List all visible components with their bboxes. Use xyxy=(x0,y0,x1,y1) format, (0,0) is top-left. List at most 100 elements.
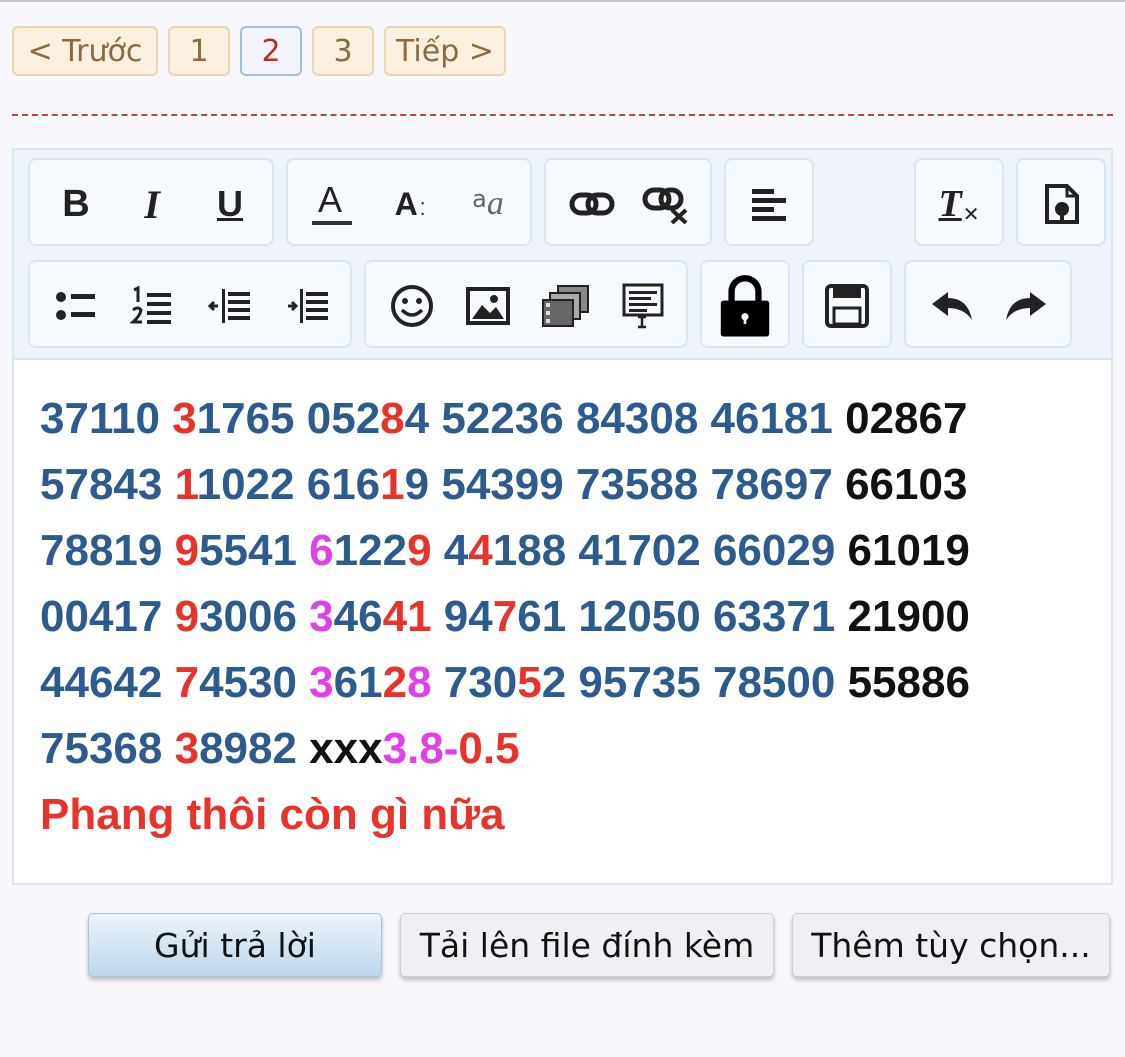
content-segment: 46 xyxy=(333,592,383,641)
content-segment: 54399 73588 78697 xyxy=(441,460,846,509)
content-segment: 4 xyxy=(404,394,442,443)
content-line: 57843 11022 61619 54399 73588 78697 6610… xyxy=(40,452,1100,518)
font-size-button[interactable]: A ⁚ xyxy=(384,178,436,230)
content-segment: 9 xyxy=(174,526,200,575)
code-button[interactable] xyxy=(618,280,670,332)
link-icon xyxy=(569,192,615,216)
media-button[interactable] xyxy=(540,280,592,332)
smilie-plus-icon xyxy=(1045,184,1079,224)
save-button[interactable] xyxy=(821,280,873,332)
align-icon xyxy=(752,189,786,221)
more-options-button[interactable]: Thêm tùy chọn... xyxy=(792,913,1110,977)
content-segment: 7 xyxy=(174,658,200,707)
lock-button[interactable] xyxy=(719,272,771,340)
content-line: 78819 95541 61229 44188 41702 66029 6101… xyxy=(40,518,1100,584)
redo-button[interactable] xyxy=(1000,280,1052,332)
media-icon xyxy=(542,285,589,327)
save-group xyxy=(802,260,892,348)
reply-editor[interactable]: B I U A A ⁚ a a T ✕ 37110 31765 05284 52… xyxy=(12,148,1113,885)
font-family-icon: a a xyxy=(472,185,504,223)
list-group xyxy=(28,260,352,348)
outdent-icon xyxy=(208,289,250,323)
remove-format-glyph: T xyxy=(938,183,962,225)
content-segment: 94 xyxy=(431,592,493,641)
content-segment: 00417 xyxy=(40,592,175,641)
underline-icon: U xyxy=(217,183,243,224)
content-line: 44642 74530 36128 73052 95735 78500 5588… xyxy=(40,650,1100,716)
link-button[interactable] xyxy=(566,178,618,230)
content-line: 00417 93006 34641 94761 12050 63371 2190… xyxy=(40,584,1100,650)
image-button[interactable] xyxy=(462,280,514,332)
font-family-glyph-large: a xyxy=(486,185,504,222)
content-segment: 730 xyxy=(431,658,518,707)
lock-icon xyxy=(720,275,770,337)
bold-button[interactable]: B xyxy=(50,178,102,230)
unlink-icon xyxy=(642,187,688,224)
content-segment: 9 xyxy=(407,526,432,575)
content-segment: 3 xyxy=(174,724,200,773)
text-color-bar xyxy=(312,221,352,225)
font-size-dots: ⁚ xyxy=(419,198,426,220)
italic-icon: I xyxy=(144,181,160,227)
top-border xyxy=(0,0,1125,2)
smiley-icon xyxy=(391,285,433,327)
remove-format-x: ✕ xyxy=(962,202,980,226)
unlink-button[interactable] xyxy=(640,178,692,230)
underline-button[interactable]: U xyxy=(204,178,256,230)
prev-page-button[interactable]: < Trước xyxy=(12,26,158,76)
undo-button[interactable] xyxy=(926,280,978,332)
text-color-button[interactable]: A xyxy=(306,178,358,230)
content-segment: 1765 xyxy=(196,394,307,443)
text-color-glyph: A xyxy=(318,179,343,220)
bold-icon: B xyxy=(62,182,90,225)
content-segment: 61 12050 63371 xyxy=(517,592,848,641)
content-segment: xxx xyxy=(309,724,383,773)
outdent-button[interactable] xyxy=(204,280,256,332)
content-segment: 55886 xyxy=(847,658,970,707)
remove-format-icon: T ✕ xyxy=(939,182,980,226)
text-style-group: B I U xyxy=(28,158,274,246)
page-2-button[interactable]: 2 xyxy=(240,26,302,76)
numbered-list-icon xyxy=(130,286,171,324)
content-segment: 5 xyxy=(517,658,542,707)
bullet-list-button[interactable] xyxy=(50,280,102,332)
font-size-icon: A ⁚ xyxy=(395,186,426,223)
editor-toolbar: B I U A A ⁚ a a T ✕ xyxy=(14,150,1111,360)
post-reply-button[interactable]: Gửi trả lời xyxy=(88,913,382,977)
content-segment: 21900 xyxy=(847,592,970,641)
align-button[interactable] xyxy=(743,178,795,230)
content-segment: 052 xyxy=(306,394,381,443)
content-segment: 3.8- xyxy=(382,724,459,773)
content-segment: 3 xyxy=(172,394,197,443)
redo-icon xyxy=(1006,292,1046,320)
undo-icon xyxy=(932,292,972,320)
content-segment: 52236 84308 46181 xyxy=(441,394,846,443)
text-color-icon: A xyxy=(310,179,354,229)
remove-format-group: T ✕ xyxy=(914,158,1004,246)
next-page-button[interactable]: Tiếp > xyxy=(384,26,506,76)
page-3-button[interactable]: 3 xyxy=(312,26,374,76)
numbered-list-button[interactable] xyxy=(126,280,178,332)
upload-attachment-button[interactable]: Tải lên file đính kèm xyxy=(400,913,774,977)
content-segment: 02867 xyxy=(845,394,968,443)
content-segment: 78819 xyxy=(40,526,175,575)
remove-format-button[interactable]: T ✕ xyxy=(933,178,985,230)
content-segment: 2 95735 78500 xyxy=(541,658,848,707)
indent-button[interactable] xyxy=(282,280,334,332)
italic-button[interactable]: I xyxy=(126,178,178,230)
link-group xyxy=(544,158,712,246)
font-family-button[interactable]: a a xyxy=(462,178,514,230)
content-segment: 188 41702 66029 xyxy=(492,526,848,575)
smilie-plus-button[interactable] xyxy=(1035,178,1087,230)
message-content[interactable]: 37110 31765 05284 52236 84308 46181 0286… xyxy=(40,386,1100,848)
bullet-list-icon xyxy=(56,292,95,320)
smiley-button[interactable] xyxy=(386,280,438,332)
content-segment: 75368 xyxy=(40,724,175,773)
content-segment: 0.5 xyxy=(458,724,520,773)
code-icon xyxy=(622,283,664,329)
content-segment: 3 xyxy=(309,592,334,641)
insert-group xyxy=(364,260,688,348)
font-group: A A ⁚ a a xyxy=(286,158,532,246)
content-segment: 3006 xyxy=(199,592,310,641)
page-1-button[interactable]: 1 xyxy=(168,26,230,76)
